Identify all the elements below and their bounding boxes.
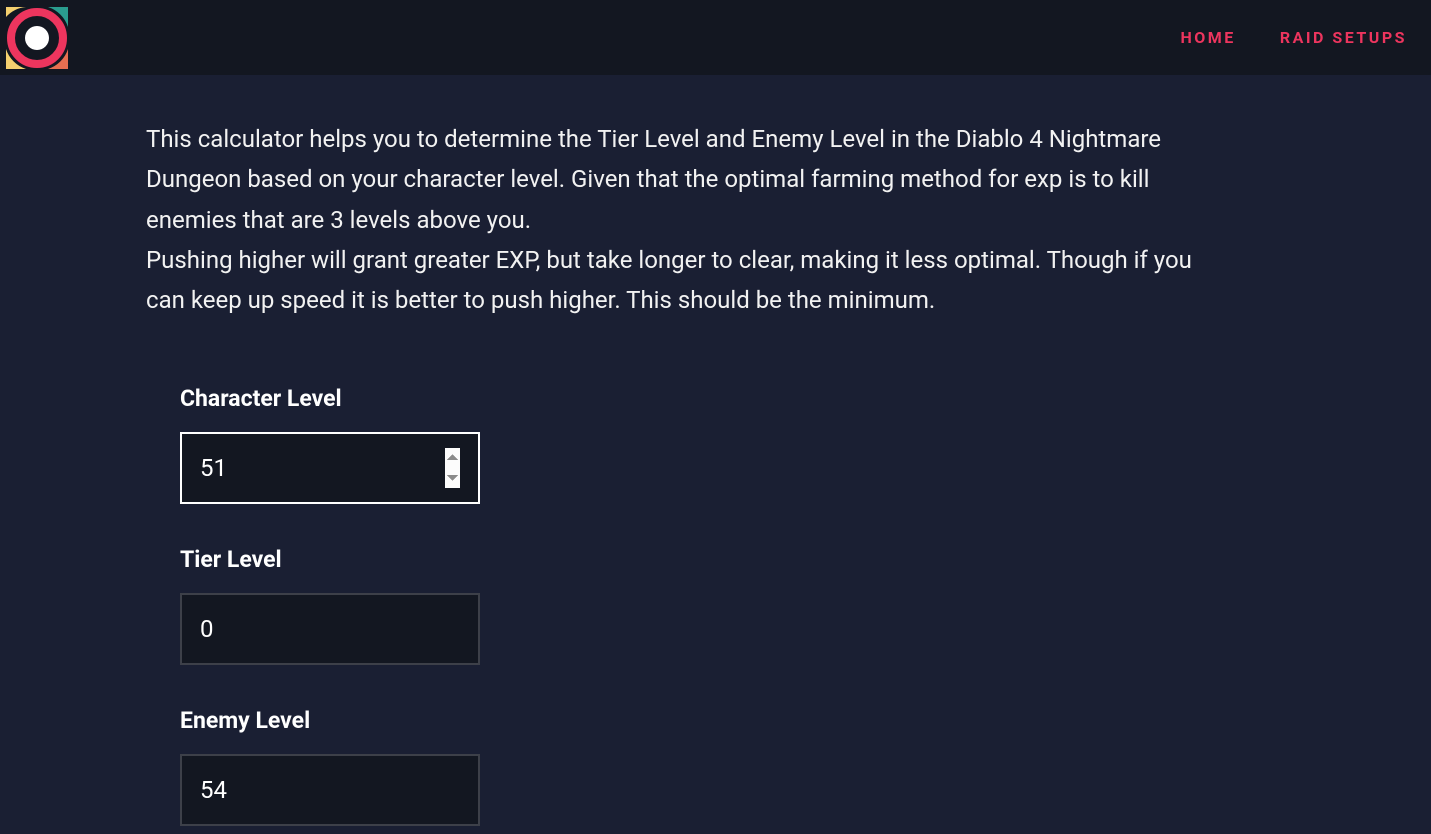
nav-home-link[interactable]: HOME xyxy=(1180,28,1235,47)
tier-level-group: Tier Level 0 xyxy=(180,546,1285,665)
main-content: This calculator helps you to determine t… xyxy=(0,75,1431,826)
main-nav: HOME RAID SETUPS xyxy=(1180,28,1407,47)
character-level-input[interactable] xyxy=(180,432,480,504)
site-header: HOME RAID SETUPS xyxy=(0,0,1431,75)
calculator-form: Character Level Tier Level 0 Enemy Level… xyxy=(146,385,1285,826)
nav-raid-setups-link[interactable]: RAID SETUPS xyxy=(1280,28,1407,47)
character-level-label: Character Level xyxy=(180,385,1285,412)
tier-level-label: Tier Level xyxy=(180,546,1285,573)
enemy-level-output: 54 xyxy=(180,754,480,826)
tier-level-output: 0 xyxy=(180,593,480,665)
description-paragraph-1: This calculator helps you to determine t… xyxy=(146,119,1206,240)
enemy-level-label: Enemy Level xyxy=(180,707,1285,734)
calculator-description: This calculator helps you to determine t… xyxy=(146,119,1206,321)
description-paragraph-2: Pushing higher will grant greater EXP, b… xyxy=(146,240,1206,321)
site-logo-icon[interactable] xyxy=(6,7,68,69)
character-level-group: Character Level xyxy=(180,385,1285,504)
enemy-level-group: Enemy Level 54 xyxy=(180,707,1285,826)
